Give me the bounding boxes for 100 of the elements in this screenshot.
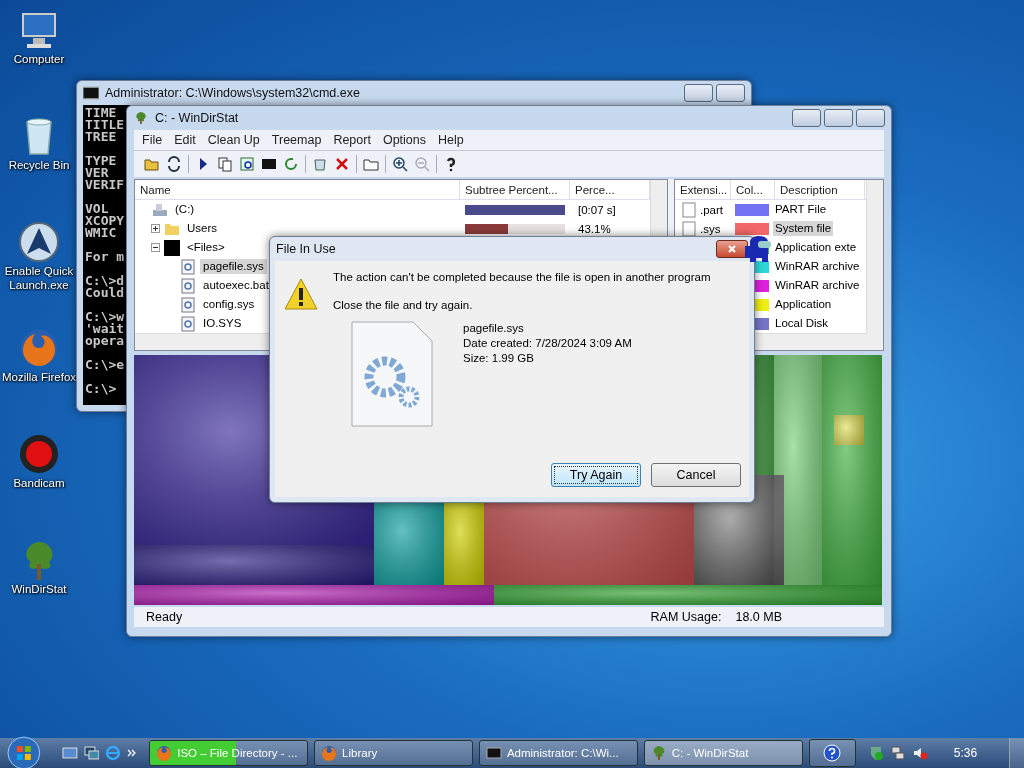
open-folder-icon[interactable] xyxy=(144,156,160,172)
volume-muted-icon[interactable] xyxy=(911,745,928,761)
recycle-icon[interactable] xyxy=(312,156,328,172)
tree-item[interactable]: pagefile.sys xyxy=(200,259,267,274)
extension-name: .sys xyxy=(700,222,721,235)
column-header[interactable]: Col... xyxy=(731,180,775,199)
console-icon xyxy=(83,86,99,100)
file-icon xyxy=(681,220,697,237)
column-header[interactable]: Extensi... xyxy=(675,180,731,199)
folder-icon[interactable] xyxy=(363,156,379,172)
console-line: WMIC xyxy=(85,227,117,239)
menu-item[interactable]: Clean Up xyxy=(207,133,260,147)
zoom-in-icon[interactable] xyxy=(392,156,408,172)
warning-icon xyxy=(283,277,319,311)
menu-item[interactable]: Options xyxy=(382,133,426,147)
tree-item[interactable]: autoexec.bat xyxy=(200,278,272,293)
minimize-button[interactable] xyxy=(684,84,713,102)
percent-value: 43.1% xyxy=(578,222,611,235)
file-name: pagefile.sys xyxy=(463,321,525,336)
file-gears-icon xyxy=(351,321,433,427)
close-button[interactable] xyxy=(716,240,748,258)
console-line: Could xyxy=(85,287,125,299)
status-text: Ready xyxy=(146,610,183,624)
maximize-button[interactable] xyxy=(716,84,745,102)
clock: 5:36 xyxy=(953,746,978,760)
launch-icon[interactable] xyxy=(17,220,61,264)
extension-item[interactable]: Local Disk xyxy=(773,316,831,331)
console-line: opera xyxy=(85,335,125,347)
help-button[interactable] xyxy=(808,739,857,767)
desktop-icon-label[interactable]: Computer xyxy=(13,52,65,66)
tree-item[interactable]: config.sys xyxy=(200,297,258,312)
extension-item[interactable]: WinRAR archive xyxy=(773,259,862,274)
extension-item[interactable]: PART File xyxy=(773,202,829,217)
extension-item[interactable]: Application exte xyxy=(773,240,859,255)
file-date: Date created: 7/28/2024 3:09 AM xyxy=(463,336,632,351)
firefox-icon xyxy=(321,745,338,761)
percent-value: [0:07 s] xyxy=(578,203,616,216)
taskbar-button[interactable]: Library xyxy=(314,740,473,766)
browser-icon[interactable] xyxy=(105,745,122,761)
scrollbar[interactable] xyxy=(866,180,883,350)
dialog-hint: Close the file and try again. xyxy=(333,299,474,311)
start-button[interactable] xyxy=(6,735,42,768)
console-line: 'wait xyxy=(85,323,125,335)
window-switch-icon[interactable] xyxy=(83,745,100,761)
column-header[interactable]: Description xyxy=(775,180,865,199)
tree-item[interactable]: IO.SYS xyxy=(200,316,245,331)
column-header[interactable]: Subtree Percent... xyxy=(460,180,570,199)
refresh-icon[interactable] xyxy=(166,156,182,172)
dialog-message: The action can't be completed because the file is open in another program xyxy=(333,271,711,283)
chevron-icon[interactable] xyxy=(127,748,138,758)
console-line: C:\>d xyxy=(85,275,125,287)
menu-item[interactable]: Help xyxy=(438,133,464,147)
console-line: C:\>e xyxy=(85,359,125,371)
dialog-button[interactable]: Cancel xyxy=(651,463,741,487)
help-icon[interactable] xyxy=(823,744,842,762)
desktop-icon-label[interactable]: Bandicam xyxy=(13,476,65,490)
console-icon[interactable] xyxy=(261,156,277,172)
explorer-icon[interactable] xyxy=(239,156,255,172)
tree-icon xyxy=(133,111,149,125)
desktop-icon-label[interactable]: Recycle Bin xyxy=(8,158,70,172)
network-icon[interactable] xyxy=(890,745,906,761)
drive-icon xyxy=(152,201,168,218)
column-header[interactable]: Name xyxy=(135,180,460,199)
record-icon[interactable] xyxy=(17,432,61,476)
minimize-button[interactable] xyxy=(792,109,821,127)
extension-name: .part xyxy=(700,203,723,216)
tree-item[interactable]: (C:) xyxy=(172,202,198,217)
dialog-button[interactable]: Try Again xyxy=(551,463,641,487)
ram-value: 18.0 MB xyxy=(735,610,782,624)
menu-item[interactable]: Report xyxy=(333,133,371,147)
extension-item[interactable]: System file xyxy=(773,221,834,236)
square-icon xyxy=(164,239,180,256)
desktop-icon-label[interactable]: Mozilla Firefox xyxy=(1,370,77,384)
window-title: Administrator: C:\Windows\system32\cmd.exe xyxy=(105,86,360,100)
maximize-button[interactable] xyxy=(824,109,853,127)
console-line: TIME xyxy=(85,107,117,119)
extension-item[interactable]: WinRAR archive xyxy=(773,278,862,293)
security-icon[interactable] xyxy=(868,745,884,761)
copy-icon[interactable] xyxy=(217,156,233,172)
expand-toggle[interactable] xyxy=(151,224,160,233)
tree-item[interactable]: <Files> xyxy=(184,240,228,255)
console-icon xyxy=(485,745,502,761)
menu-item[interactable]: File xyxy=(142,133,163,147)
desktop-icon[interactable] xyxy=(61,745,78,761)
console-line: For m xyxy=(85,251,125,263)
console-line: C:\> xyxy=(85,383,117,395)
taskbar-button[interactable]: Administrator: C:\Wi... xyxy=(478,740,638,766)
delete-icon[interactable] xyxy=(334,156,350,172)
file-gear-icon xyxy=(180,277,196,294)
close-icon[interactable] xyxy=(727,244,737,254)
menu-item[interactable]: Treemap xyxy=(271,133,322,147)
extension-item[interactable]: Application xyxy=(773,297,834,312)
expand-toggle[interactable] xyxy=(151,243,160,252)
tree-item[interactable]: Users xyxy=(184,221,221,236)
desktop-icon-label[interactable]: Enable Quick Launch.exe xyxy=(0,264,78,292)
desktop-icon-label[interactable]: WinDirStat xyxy=(11,582,67,596)
close-button[interactable] xyxy=(856,109,885,127)
menu-item[interactable]: Edit xyxy=(174,133,196,147)
file-size: Size: 1.99 GB xyxy=(463,351,535,366)
console-line: TYPE xyxy=(85,155,117,167)
